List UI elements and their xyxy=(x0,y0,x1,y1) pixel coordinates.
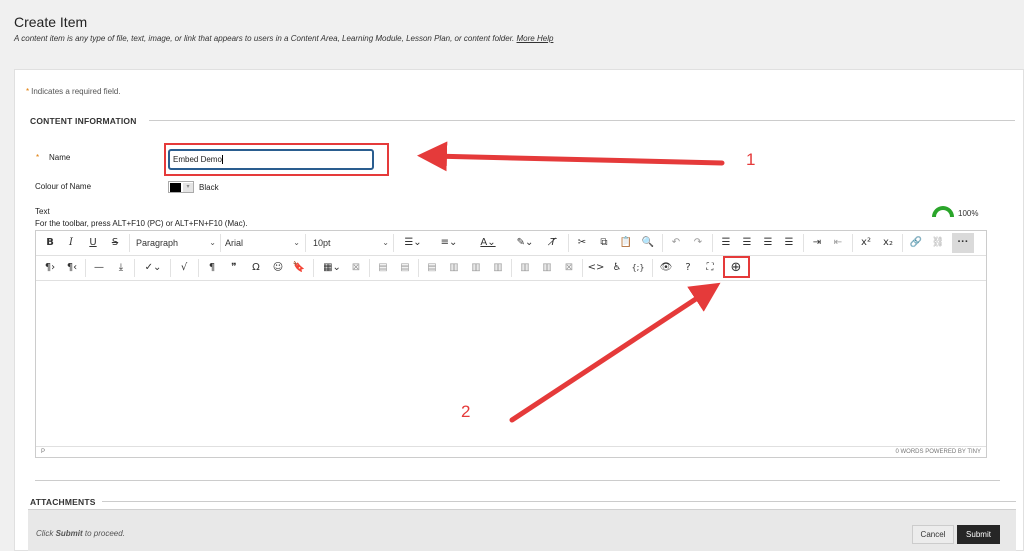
section-divider xyxy=(35,480,1000,481)
submit-bar: Click Submit to proceed. Cancel Submit xyxy=(28,509,1016,551)
annotation-label-1: 1 xyxy=(746,150,756,169)
cancel-button[interactable]: Cancel xyxy=(912,525,954,544)
annotation-label-2: 2 xyxy=(461,402,471,421)
annotation-arrows xyxy=(417,141,725,423)
submit-message: Click Submit to proceed. xyxy=(36,529,125,538)
arrow-1 xyxy=(417,141,725,172)
section-divider xyxy=(102,501,1016,502)
arrow-2 xyxy=(509,282,721,423)
page: Create Item A content item is any type o… xyxy=(0,0,1024,551)
submit-message-prefix: Click xyxy=(36,529,56,538)
submit-message-bold: Submit xyxy=(55,529,83,538)
submit-button[interactable]: Submit xyxy=(957,525,1000,544)
submit-message-suffix: to proceed. xyxy=(82,529,125,538)
section-attachments: ATTACHMENTS xyxy=(30,497,96,507)
